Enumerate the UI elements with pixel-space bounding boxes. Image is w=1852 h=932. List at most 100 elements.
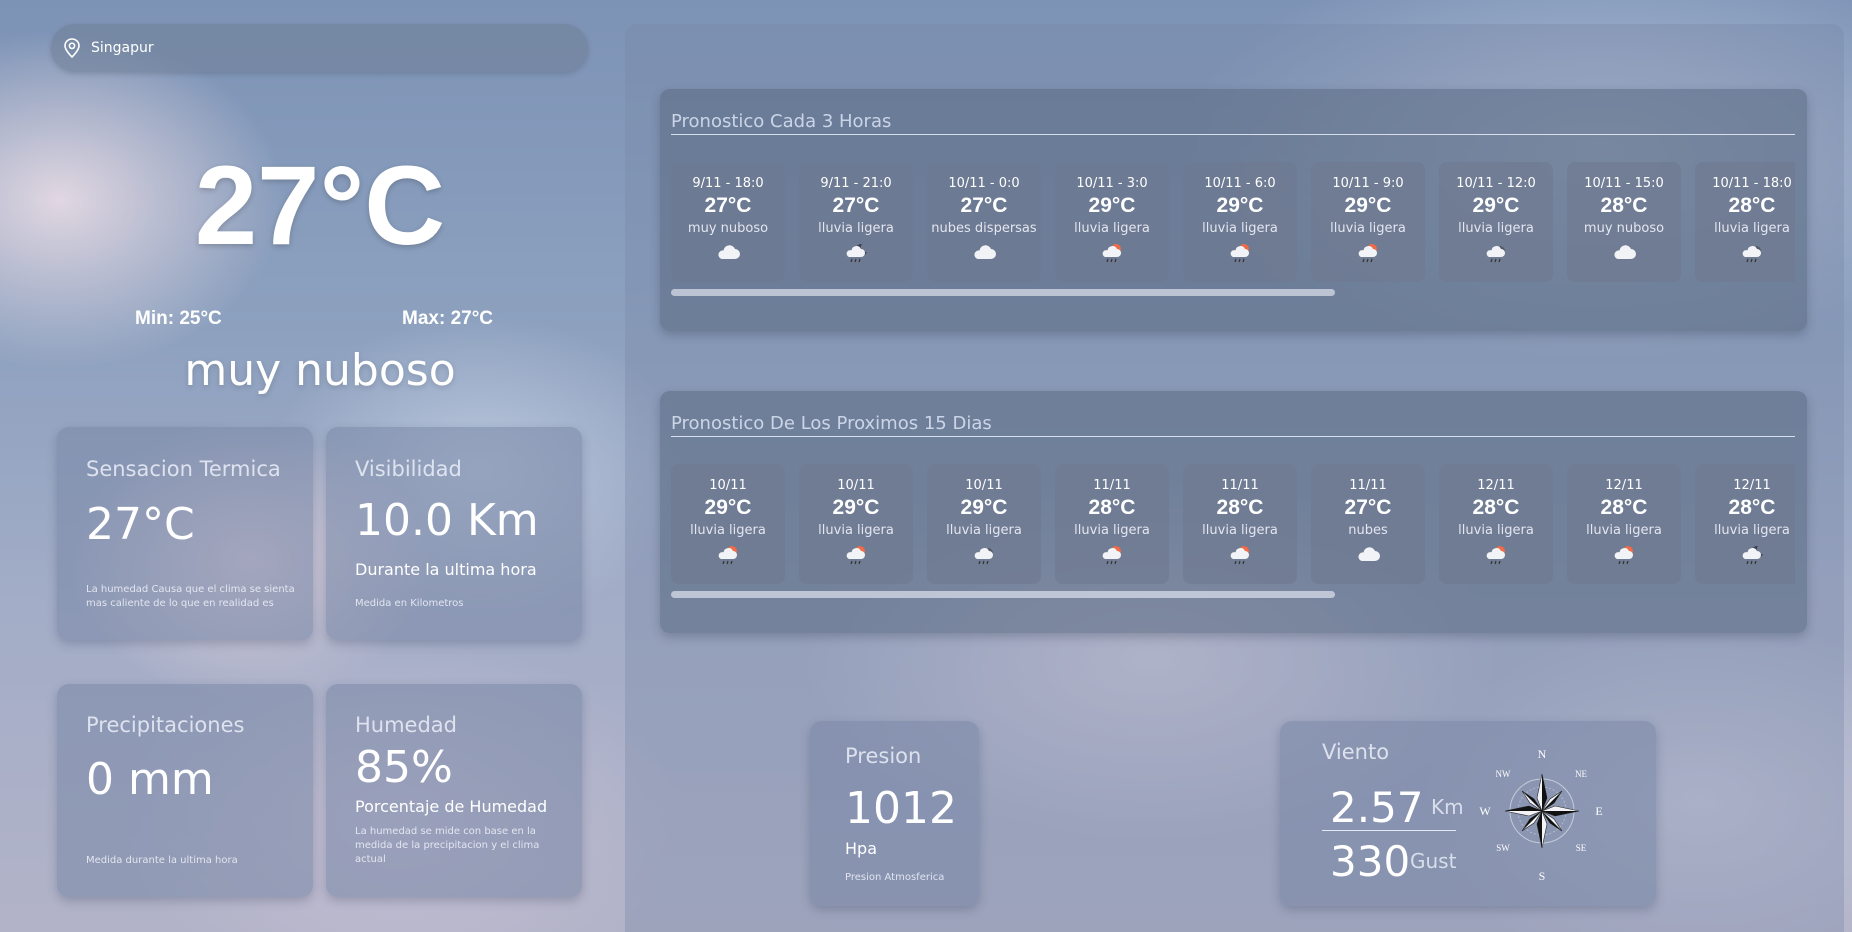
forecast-time: 10/11 - 6:0 <box>1204 176 1276 191</box>
cloud-icon <box>1567 243 1681 263</box>
daily-forecast: Pronostico De Los Proximos 15 Dias 10/11… <box>660 391 1807 633</box>
daily-forecast-item: 10/11 29°C lluvia ligera <box>927 464 1041 584</box>
hourly-scrollbar[interactable] <box>671 289 1335 296</box>
forecast-time: 10/11 - 12:0 <box>1456 176 1536 191</box>
sun-rain-icon <box>1183 243 1297 263</box>
forecast-temp: 29°C <box>1344 194 1392 217</box>
location-pin-icon <box>61 37 83 59</box>
moon-rain-icon <box>799 243 913 263</box>
daily-scrollbar[interactable] <box>671 591 1335 598</box>
forecast-desc: lluvia ligera <box>1202 523 1278 538</box>
wind-speed-unit: Km <box>1431 795 1464 819</box>
humidity-card: Humedad 85% Porcentaje de Humedad La hum… <box>326 684 582 897</box>
card-subtitle: Porcentaje de Humedad <box>355 797 548 816</box>
cloud-icon <box>1311 545 1425 565</box>
hourly-forecast-item: 10/11 - 15:0 28°C muy nuboso <box>1567 162 1681 282</box>
forecast-desc: nubes dispersas <box>931 221 1037 236</box>
compass-w-label: W <box>1479 804 1491 818</box>
moon-rain-icon <box>1695 545 1795 565</box>
sun-rain-icon <box>1439 545 1553 565</box>
forecast-temp: 28°C <box>1472 496 1520 519</box>
hourly-forecast-list[interactable]: 9/11 - 18:0 27°C muy nuboso 9/11 - 21:0 27°C… <box>671 162 1795 283</box>
feels-like-card: Sensacion Termica 27°C La humedad Causa … <box>57 427 313 640</box>
forecast-desc: lluvia ligera <box>946 523 1022 538</box>
visibility-card: Visibilidad 10.0 Km Durante la ultima ho… <box>326 427 582 640</box>
search-bar[interactable] <box>51 24 588 72</box>
forecast-desc: lluvia ligera <box>1330 221 1406 236</box>
forecast-time: 10/11 <box>965 478 1003 493</box>
hourly-forecast-item: 10/11 - 0:0 27°C nubes dispersas <box>927 162 1041 282</box>
hourly-forecast-item: 10/11 - 12:0 29°C lluvia ligera <box>1439 162 1553 282</box>
forecast-time: 9/11 - 21:0 <box>820 176 892 191</box>
forecast-desc: lluvia ligera <box>818 523 894 538</box>
compass-se-label: SE <box>1576 843 1587 853</box>
wind-card: Viento 2.57 Km 330 Gust N S E W NE NW SE… <box>1280 721 1656 906</box>
forecast-temp: 27°C <box>1344 496 1392 519</box>
forecast-desc: lluvia ligera <box>818 221 894 236</box>
cloud-icon <box>927 243 1041 263</box>
forecast-desc: lluvia ligera <box>1458 523 1534 538</box>
card-note: Presion Atmosferica <box>845 872 945 883</box>
forecast-temp: 28°C <box>1216 496 1264 519</box>
card-subtitle: Durante la ultima hora <box>355 560 537 579</box>
card-note: Medida en Kilometros <box>355 598 464 609</box>
sun-rain-icon <box>1055 545 1169 565</box>
daily-forecast-item: 11/11 28°C lluvia ligera <box>1055 464 1169 584</box>
forecast-time: 10/11 - 3:0 <box>1076 176 1148 191</box>
forecast-desc: lluvia ligera <box>690 523 766 538</box>
compass-nw-label: NW <box>1496 769 1511 779</box>
compass-sw-label: SW <box>1496 843 1510 853</box>
forecast-time: 11/11 <box>1221 478 1259 493</box>
forecast-time: 9/11 - 18:0 <box>692 176 764 191</box>
forecast-desc: lluvia ligera <box>1458 221 1534 236</box>
min-temperature: Min: 25°C <box>135 308 222 329</box>
forecast-time: 10/11 - 15:0 <box>1584 176 1664 191</box>
daily-forecast-item: 12/11 28°C lluvia ligera <box>1567 464 1681 584</box>
precipitation-card: Precipitaciones 0 mm Medida durante la u… <box>57 684 313 897</box>
forecast-temp: 28°C <box>1728 194 1776 217</box>
sun-rain-icon <box>671 545 785 565</box>
forecast-time: 10/11 <box>837 478 875 493</box>
pressure-card: Presion 1012 Hpa Presion Atmosferica <box>810 721 979 906</box>
card-title: Visibilidad <box>355 457 462 481</box>
forecast-temp: 29°C <box>1472 194 1520 217</box>
hourly-forecast-title: Pronostico Cada 3 Horas <box>671 111 1795 135</box>
forecast-desc: nubes <box>1348 523 1388 538</box>
forecast-temp: 29°C <box>1088 194 1136 217</box>
weather-description: muy nuboso <box>184 345 456 396</box>
compass-ne-label: NE <box>1575 769 1587 779</box>
forecast-temp: 29°C <box>1216 194 1264 217</box>
hourly-forecast-item: 9/11 - 18:0 27°C muy nuboso <box>671 162 785 282</box>
compass-n-label: N <box>1538 747 1547 761</box>
city-search-input[interactable] <box>91 40 571 56</box>
wind-gust-value: 330 <box>1330 837 1411 886</box>
forecast-temp: 27°C <box>704 194 752 217</box>
card-title: Humedad <box>355 713 458 737</box>
compass-s-label: S <box>1539 869 1546 883</box>
card-note: La humedad se mide con base en la medida… <box>355 826 540 865</box>
sun-rain-icon <box>1183 545 1297 565</box>
daily-forecast-list[interactable]: 10/11 29°C lluvia ligera 10/11 29°C lluvia li… <box>671 464 1795 585</box>
pressure-unit: Hpa <box>845 839 877 858</box>
card-value: 0 mm <box>86 754 214 805</box>
forecast-temp: 27°C <box>960 194 1008 217</box>
forecast-temp: 28°C <box>1728 496 1776 519</box>
daily-forecast-title: Pronostico De Los Proximos 15 Dias <box>671 413 1795 437</box>
wind-speed: 2.57 Km <box>1322 781 1464 832</box>
forecast-desc: lluvia ligera <box>1074 523 1150 538</box>
card-note: Medida durante la ultima hora <box>86 855 238 866</box>
forecast-time: 10/11 <box>709 478 747 493</box>
forecast-temp: 28°C <box>1088 496 1136 519</box>
daily-forecast-item: 12/11 28°C lluvia ligera <box>1695 464 1795 584</box>
sun-rain-icon <box>799 545 913 565</box>
hourly-forecast-item: 10/11 - 3:0 29°C lluvia ligera <box>1055 162 1169 282</box>
max-temperature: Max: 27°C <box>402 308 494 329</box>
wind-gust-label: Gust <box>1410 849 1457 873</box>
hourly-forecast-item: 10/11 - 18:0 28°C lluvia ligera <box>1695 162 1795 282</box>
cloud-icon <box>671 243 785 263</box>
card-value: 1012 <box>845 783 957 834</box>
daily-forecast-item: 11/11 28°C lluvia ligera <box>1183 464 1297 584</box>
wind-speed-value: 2.57 <box>1330 783 1424 832</box>
forecast-desc: muy nuboso <box>687 221 769 236</box>
forecast-time: 12/11 <box>1477 478 1515 493</box>
